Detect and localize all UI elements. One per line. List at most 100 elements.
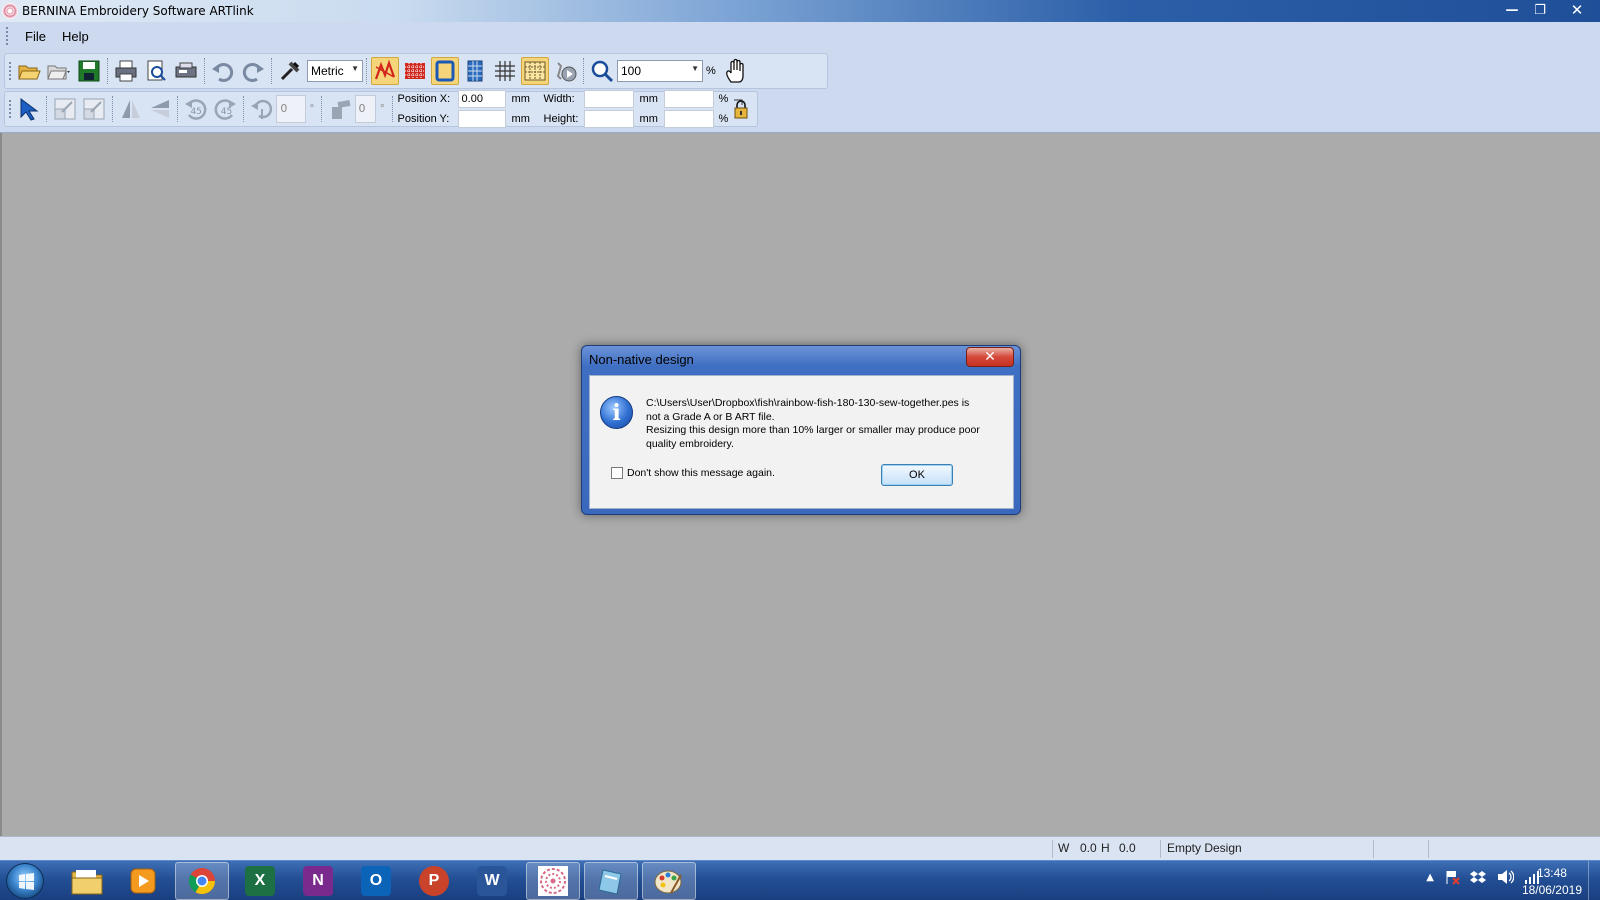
rotate-left-label: 45: [190, 107, 202, 117]
stitch-player-icon[interactable]: [551, 57, 579, 85]
taskbar-powerpoint[interactable]: P: [407, 862, 461, 900]
position-y-field[interactable]: [457, 110, 506, 128]
zoom-unit-label: %: [706, 65, 716, 77]
transform-toolbar: 45 45 0 ° 0 ° Position X: 0.00 mm Positi…: [4, 89, 758, 129]
scale-up-icon[interactable]: [51, 95, 78, 123]
show-desktop-button[interactable]: [1588, 861, 1600, 900]
width-label: Width:: [543, 93, 575, 105]
dropbox-icon[interactable]: [1470, 869, 1486, 885]
window-title: BERNINA Embroidery Software ARTlink: [22, 4, 254, 18]
main-toolbar: Metric ▼ 100 ▼ %: [4, 53, 828, 89]
word-icon: W: [477, 866, 507, 896]
height-percent-field[interactable]: [663, 110, 714, 128]
width-field[interactable]: [583, 90, 634, 108]
grid-settings-icon[interactable]: [521, 57, 549, 85]
undo-icon[interactable]: [209, 57, 237, 85]
save-icon[interactable]: [75, 57, 103, 85]
toolbar-separator: [243, 96, 245, 122]
taskbar-onenote[interactable]: N: [291, 862, 345, 900]
powerpoint-icon: P: [419, 866, 449, 896]
taskbar-bernina-artlink[interactable]: [526, 862, 580, 900]
slant-degree-unit: °: [380, 103, 385, 115]
width-percent-unit: %: [718, 93, 729, 105]
toolbar-grip: [9, 62, 12, 80]
status-w-value: 0.0: [1080, 841, 1097, 855]
zoom-icon[interactable]: [588, 57, 616, 85]
status-separator: [1428, 840, 1429, 858]
mirror-horizontal-icon[interactable]: [117, 95, 144, 123]
rotate-angle-field[interactable]: 0: [276, 95, 306, 123]
dont-show-again-checkbox[interactable]: Don't show this message again.: [611, 467, 775, 479]
show-grid-icon[interactable]: [491, 57, 519, 85]
non-native-design-dialog: Non-native design ✕ i C:\Users\User\Drop…: [581, 345, 1021, 515]
taskbar-file-explorer[interactable]: [60, 862, 114, 900]
rotate-left-45-icon[interactable]: 45: [182, 95, 209, 123]
position-y-unit: mm: [511, 113, 530, 125]
zoom-dropdown[interactable]: 100 ▼: [617, 60, 703, 82]
height-field[interactable]: [583, 110, 634, 128]
select-arrow-icon[interactable]: [15, 95, 42, 123]
info-icon: i: [600, 396, 633, 429]
toolbar-grip: [9, 100, 12, 118]
slant-angle-field[interactable]: 0: [354, 95, 377, 123]
taskbar-blue-app[interactable]: [584, 862, 638, 900]
size-fields: Width: mm % Height: mm %: [544, 89, 730, 129]
options-tools-icon[interactable]: [276, 57, 304, 85]
lock-proportions-icon[interactable]: [731, 95, 752, 123]
scale-down-icon[interactable]: [81, 95, 108, 123]
menu-help[interactable]: Help: [54, 27, 97, 46]
redo-icon[interactable]: [239, 57, 267, 85]
width-percent-field[interactable]: [663, 90, 714, 108]
dialog-message: C:\Users\User\Dropbox\fish\rainbow-fish-…: [646, 397, 1001, 451]
open-recent-icon[interactable]: [45, 57, 73, 85]
folder-icon: [71, 870, 103, 895]
taskbar-chrome[interactable]: [175, 862, 229, 900]
taskbar-word[interactable]: W: [465, 862, 519, 900]
restore-button[interactable]: ❐: [1526, 0, 1554, 20]
taskbar-media-player[interactable]: [116, 862, 170, 900]
print-preview-icon[interactable]: [142, 57, 170, 85]
ok-button[interactable]: OK: [881, 464, 953, 486]
dialog-body: i C:\Users\User\Dropbox\fish\rainbow-fis…: [589, 375, 1014, 509]
slant-icon[interactable]: [326, 95, 353, 123]
position-x-field[interactable]: 0.00: [457, 90, 506, 108]
menu-bar: File Help: [0, 22, 1600, 50]
clock-time: 13:48: [1536, 866, 1567, 880]
taskbar-clock[interactable]: 13:48 18/06/2019: [1522, 865, 1582, 899]
show-fabric-icon[interactable]: [401, 57, 429, 85]
taskbar-outlook[interactable]: O: [349, 862, 403, 900]
show-stitches-icon[interactable]: [371, 57, 399, 85]
height-label: Height:: [543, 113, 579, 125]
show-grid-points-icon[interactable]: [461, 57, 489, 85]
toolbar-separator: [583, 58, 584, 84]
rotate-right-label: 45: [220, 107, 233, 117]
start-button[interactable]: [6, 863, 44, 899]
open-folder-icon[interactable]: [15, 57, 43, 85]
window-controls: — ❐ ✕: [1498, 0, 1600, 20]
paint-palette-icon: [654, 870, 682, 894]
dialog-title: Non-native design: [589, 352, 694, 367]
rotate-free-icon[interactable]: [248, 95, 275, 123]
mirror-vertical-icon[interactable]: [146, 95, 173, 123]
pan-hand-icon[interactable]: [722, 57, 750, 85]
units-dropdown[interactable]: Metric ▼: [307, 60, 363, 82]
clock-date: 18/06/2019: [1521, 883, 1582, 897]
action-center-flag-icon[interactable]: [1444, 869, 1460, 885]
windows-logo-icon: [19, 873, 34, 890]
taskbar-paint[interactable]: [642, 862, 696, 900]
show-hoop-icon[interactable]: [431, 57, 459, 85]
rotate-right-45-icon[interactable]: 45: [212, 95, 239, 123]
minimize-button[interactable]: —: [1498, 0, 1526, 20]
menu-file[interactable]: File: [17, 27, 54, 46]
toolbar-separator: [46, 96, 48, 122]
close-button[interactable]: ✕: [1554, 0, 1600, 20]
status-separator: [1160, 840, 1161, 858]
volume-icon[interactable]: [1496, 869, 1514, 885]
dialog-close-button[interactable]: ✕: [966, 347, 1014, 367]
print-icon[interactable]: [112, 57, 140, 85]
send-to-machine-icon[interactable]: [172, 57, 200, 85]
checkbox-box[interactable]: [611, 467, 623, 479]
toolbar-separator: [177, 96, 179, 122]
taskbar-excel[interactable]: X: [233, 862, 287, 900]
show-hidden-icons-icon[interactable]: ▲: [1426, 872, 1434, 883]
